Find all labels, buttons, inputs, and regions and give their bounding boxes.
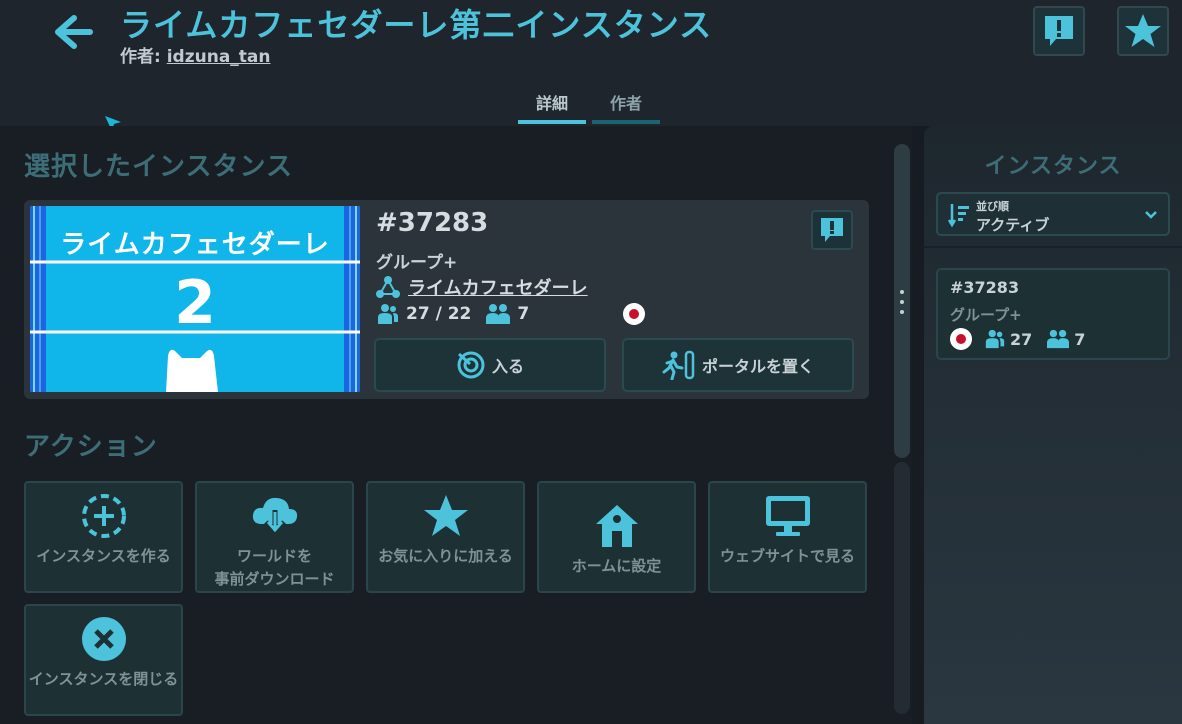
selected-instance-card: ライムカフェセダーレ 2 #37283 グループ+ ライムカフェセダーレ 27 … (24, 200, 869, 399)
sort-value: アクティブ (976, 216, 1050, 234)
view-website-label: ウェブサイトで見る (719, 547, 855, 565)
add-circle-icon (81, 494, 126, 538)
predownload-world-button[interactable]: ワールドを 事前ダウンロード (195, 481, 354, 593)
page-title: ライムカフェセダーレ第二インスタンス (120, 6, 713, 44)
home-icon (595, 505, 638, 547)
thumbnail-world-name: ライムカフェセダーレ (60, 230, 330, 260)
main-panel: 選択したインスタンス ライムカフェセダーレ 2 #37283 グループ+ ライム… (0, 126, 912, 724)
join-button[interactable]: 入る (374, 338, 606, 392)
drop-portal-button[interactable]: ポータルを置く (622, 338, 854, 392)
cloud-download-icon (252, 497, 297, 536)
monitor-icon (765, 496, 810, 536)
add-favorite-button[interactable]: お気に入りに加える (366, 481, 525, 593)
chevron-down-icon (1145, 211, 1157, 219)
instance-counts: 27 / 22 7 (376, 302, 646, 326)
tab-bar: 詳細 作者 (518, 84, 660, 124)
sort-icon (948, 204, 969, 228)
back-arrow-icon (55, 15, 93, 49)
list-user-count: 27 (1010, 329, 1033, 349)
sidebar-divider (924, 246, 1182, 248)
friends-icon (1047, 329, 1070, 349)
list-instance-counts: 27 7 (950, 328, 1085, 350)
report-button[interactable] (1033, 6, 1085, 56)
thumbnail-number: 2 (174, 268, 216, 338)
group-icon (376, 276, 400, 298)
sidebar-title: インスタンス (984, 154, 1122, 179)
actions-heading: アクション (24, 432, 158, 462)
add-favorite-label: お気に入りに加える (378, 547, 513, 565)
portal-label: ポータルを置く (701, 357, 814, 376)
panel-resize-handle[interactable] (899, 290, 904, 314)
group-name-link[interactable]: ライムカフェセダーレ (408, 274, 588, 300)
japan-flag-icon (950, 328, 972, 350)
instance-type: グループ+ (376, 253, 458, 273)
close-instance-label: インスタンスを閉じる (28, 670, 179, 688)
create-instance-label: インスタンスを作る (36, 547, 171, 565)
predownload-world-label: ワールドを 事前ダウンロード (214, 547, 335, 588)
list-friend-count: 7 (1074, 329, 1086, 349)
favorite-button[interactable] (1117, 6, 1169, 56)
author-line: 作者: idzuna_tan (120, 42, 271, 67)
japan-flag-icon (623, 303, 646, 325)
join-label: 入る (491, 357, 524, 376)
report-icon (1045, 16, 1073, 46)
users-icon (378, 304, 398, 324)
set-home-label: ホームに設定 (571, 557, 662, 575)
back-button[interactable] (52, 12, 96, 52)
instance-report-button[interactable] (811, 210, 853, 250)
portal-walk-icon (662, 350, 695, 380)
join-portal-icon (457, 351, 485, 379)
selected-instance-heading: 選択したインスタンス (24, 152, 293, 182)
tab-author[interactable]: 作者 (592, 84, 660, 124)
author-label: 作者: (120, 47, 161, 67)
world-thumbnail: ライムカフェセダーレ 2 (30, 206, 360, 392)
friends-icon (486, 304, 511, 324)
friend-count: 7 (517, 304, 530, 324)
tab-details[interactable]: 詳細 (518, 84, 586, 124)
instance-list-item[interactable]: #37283 グループ+ 27 7 (936, 268, 1170, 360)
list-instance-id: #37283 (950, 278, 1020, 297)
set-home-button[interactable]: ホームに設定 (537, 481, 696, 593)
instance-id: #37283 (376, 208, 489, 238)
list-instance-type: グループ+ (950, 306, 1022, 324)
star-icon (423, 495, 468, 536)
instance-group: ライムカフェセダーレ (376, 274, 588, 300)
close-circle-icon (81, 617, 126, 661)
report-icon (821, 218, 843, 242)
sort-label: 並び順 (976, 200, 1009, 213)
view-website-button[interactable]: ウェブサイトで見る (708, 481, 867, 593)
create-instance-button[interactable]: インスタンスを作る (24, 481, 183, 593)
users-icon (985, 329, 1005, 349)
header-bar: ライムカフェセダーレ第二インスタンス 作者: idzuna_tan 詳細 作者 (0, 0, 1182, 131)
sort-dropdown[interactable]: 並び順 アクティブ (936, 192, 1170, 236)
instances-sidebar: インスタンス 並び順 アクティブ #37283 グループ+ 27 7 (924, 126, 1182, 724)
scrollbar-track[interactable] (894, 462, 910, 714)
star-icon (1125, 14, 1161, 47)
user-count: 27 / 22 (406, 304, 472, 324)
close-instance-button[interactable]: インスタンスを閉じる (24, 604, 183, 716)
author-link[interactable]: idzuna_tan (167, 47, 271, 67)
